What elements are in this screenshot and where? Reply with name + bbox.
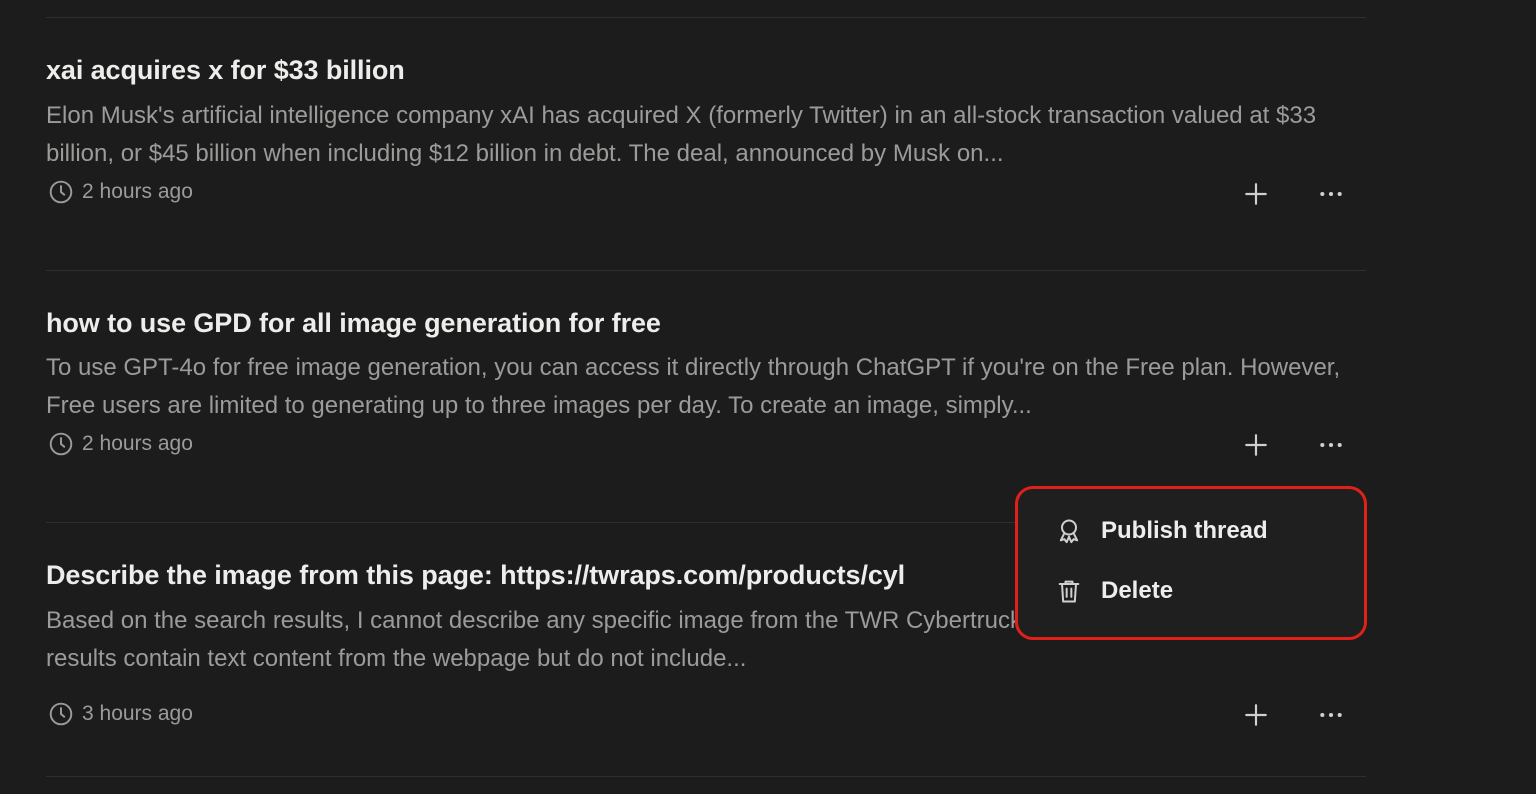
thread-options-menu: Publish thread Delete: [1015, 486, 1367, 640]
thread-meta: 3 hours ago: [48, 701, 193, 727]
divider: [46, 776, 1366, 777]
more-horizontal-icon: [1320, 191, 1342, 197]
trash-icon: [1058, 580, 1080, 603]
delete-label: Delete: [1101, 577, 1174, 604]
clock-icon: [49, 702, 73, 726]
delete-menu-item[interactable]: Delete: [1055, 577, 1173, 605]
add-to-space-button[interactable]: [1239, 177, 1273, 211]
add-to-space-button[interactable]: [1239, 698, 1273, 732]
plus-icon: [1245, 704, 1267, 726]
thread-snippet: Elon Musk's artificial intelligence comp…: [46, 102, 1317, 167]
plus-icon: [1245, 434, 1267, 456]
thread-title[interactable]: how to use GPD for all image generation …: [46, 306, 661, 340]
thread-meta: 2 hours ago: [48, 179, 193, 205]
more-options-button[interactable]: [1314, 177, 1348, 211]
clock-icon: [49, 432, 73, 456]
clock-icon: [49, 180, 73, 204]
thread-title[interactable]: xai acquires x for $33 billion: [46, 53, 405, 87]
thread-timestamp: 2 hours ago: [82, 180, 193, 203]
thread-meta: 2 hours ago: [48, 431, 193, 457]
publish-thread-menu-item[interactable]: Publish thread: [1055, 517, 1268, 545]
thread-timestamp: 2 hours ago: [82, 432, 193, 455]
more-horizontal-icon: [1320, 442, 1342, 448]
more-options-button[interactable]: [1314, 698, 1348, 732]
thread-item[interactable]: xai acquires x for $33 billion Elon Musk…: [46, 53, 1366, 253]
publish-icon: [1059, 519, 1079, 544]
threads-page: xai acquires x for $33 billion Elon Musk…: [0, 0, 1536, 794]
thread-item[interactable]: how to use GPD for all image generation …: [46, 306, 1366, 506]
thread-title[interactable]: Describe the image from this page: https…: [46, 558, 905, 592]
thread-snippet: To use GPT-4o for free image generation,…: [46, 354, 1341, 419]
thread-timestamp: 3 hours ago: [82, 702, 193, 725]
more-horizontal-icon: [1320, 712, 1342, 718]
add-to-space-button[interactable]: [1239, 428, 1273, 462]
divider: [46, 17, 1366, 18]
plus-icon: [1245, 183, 1267, 205]
publish-thread-label: Publish thread: [1101, 517, 1268, 544]
more-options-button[interactable]: [1314, 428, 1348, 462]
divider: [46, 270, 1366, 271]
